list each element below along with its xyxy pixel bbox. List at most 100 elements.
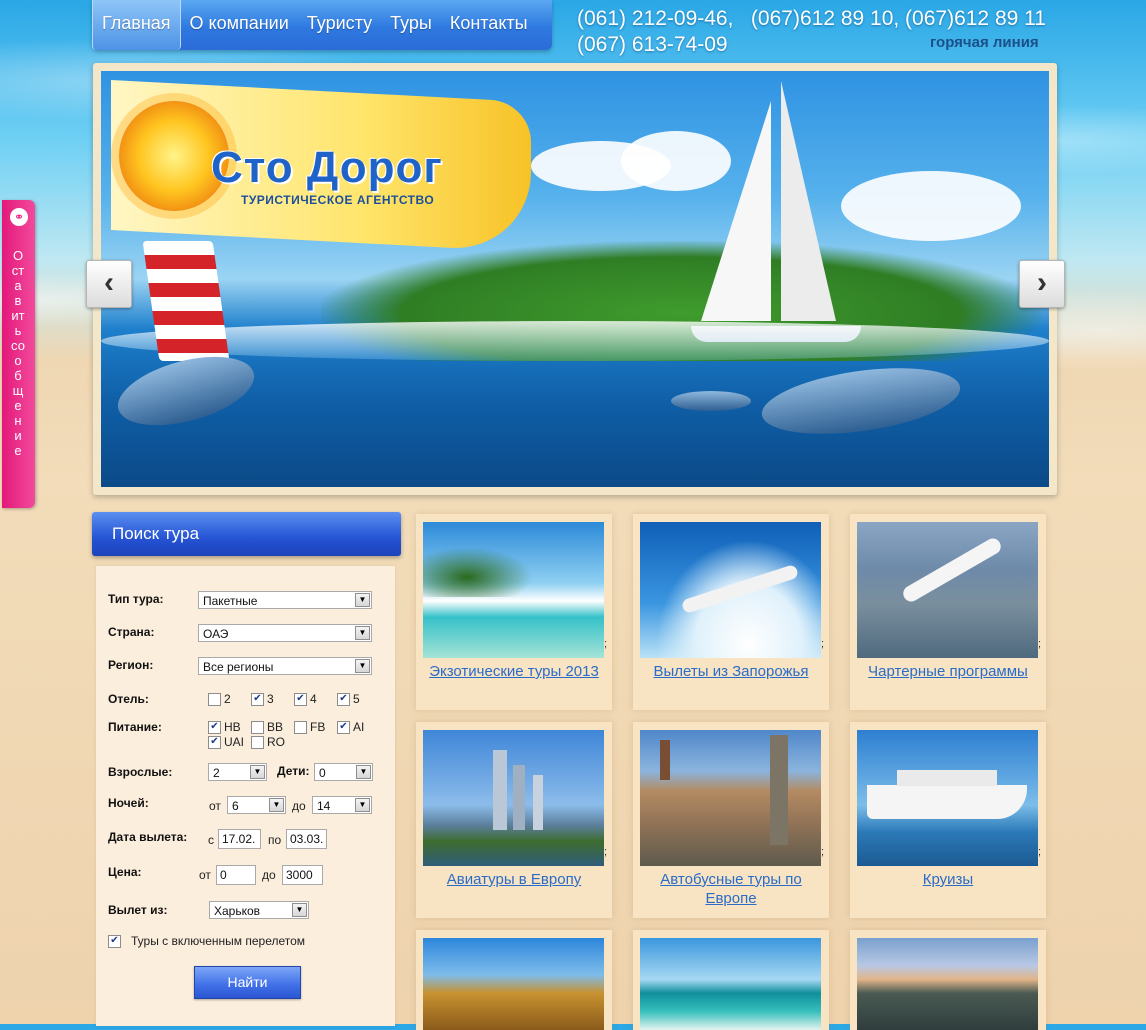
meal-checkbox[interactable] (294, 721, 307, 734)
chat-bubble-icon: ⚭ (10, 208, 28, 226)
nights-from-select[interactable]: 6 ▼ (227, 796, 286, 814)
hotel-stars-checkbox[interactable]: ✔ (294, 693, 307, 706)
meal-checkbox[interactable]: ✔ (208, 721, 221, 734)
phones-line-1: (061) 212-09-46, (067)612 89 10, (067)61… (577, 7, 1046, 30)
adults-select[interactable]: 2 ▼ (208, 763, 267, 781)
hotel-stars-option-label: 5 (353, 692, 360, 706)
nav-item-about[interactable]: О компании (181, 0, 298, 50)
tour-card[interactable] (416, 930, 612, 1030)
date-to-input[interactable]: 03.03. (286, 829, 327, 849)
airplane-photo (640, 522, 821, 658)
tour-card[interactable]: ; Автобусные туры по Европе (633, 722, 829, 918)
banner-prev-button[interactable]: ‹ (86, 260, 132, 308)
nights-from-value: 6 (232, 799, 239, 813)
tour-card-suffix: ; (604, 638, 608, 650)
tour-card-suffix: ; (821, 638, 825, 650)
tour-card-link[interactable]: Чартерные программы (850, 662, 1046, 681)
chevron-down-icon: ▼ (355, 626, 370, 640)
price-label: Цена: (108, 865, 142, 879)
sail-shape (701, 101, 771, 321)
nights-label: Ночей: (108, 796, 149, 810)
meal-option-label: RO (267, 735, 285, 749)
meal-option-label: BB (267, 720, 284, 734)
price-to-input[interactable]: 3000 (282, 865, 323, 885)
feedback-tab-label: Оставить сообщение (11, 248, 25, 458)
tour-card-suffix: ; (1038, 846, 1042, 858)
wave-shape (101, 321, 1049, 361)
banner-frame: Сто Дорог ТУРИСТИЧЕСКОЕ АГЕНТСТВО (93, 63, 1057, 495)
date-from-label: с (208, 833, 214, 847)
sea-beach-photo (640, 938, 821, 1030)
chevron-down-icon: ▼ (355, 798, 370, 812)
tour-card-link[interactable]: Авиатуры в Европу (416, 870, 612, 889)
feedback-tab[interactable]: ⚭ Оставить сообщение (2, 200, 35, 508)
meal-checkbox[interactable]: ✔ (208, 736, 221, 749)
tour-card[interactable]: ; Авиатуры в Европу (416, 722, 612, 918)
nav-item-home[interactable]: Главная (92, 0, 181, 50)
chevron-down-icon: ▼ (355, 659, 370, 673)
tour-card[interactable]: ; Вылеты из Запорожья (633, 514, 829, 710)
tour-card[interactable]: ; Чартерные программы (850, 514, 1046, 710)
tour-card[interactable]: ; Экзотические туры 2013 (416, 514, 612, 710)
departure-city-value: Харьков (214, 904, 261, 918)
hotel-stars-checkbox[interactable]: ✔ (337, 693, 350, 706)
thai-temple-photo (423, 938, 604, 1030)
banner-next-button[interactable]: › (1019, 260, 1065, 308)
chevron-down-icon: ▼ (250, 765, 265, 779)
logo-subtitle: ТУРИСТИЧЕСКОЕ АГЕНТСТВО (241, 193, 435, 207)
tour-card-link[interactable]: Вылеты из Запорожья (633, 662, 829, 681)
date-to-label: по (268, 833, 282, 847)
chevron-down-icon: ▼ (356, 765, 371, 779)
adults-label: Взрослые: (108, 765, 173, 779)
chevron-down-icon: ▼ (355, 593, 370, 607)
main-nav: Главная О компании Туристу Туры Контакты (92, 0, 552, 50)
nights-from-label: от (209, 799, 221, 813)
adults-value: 2 (213, 766, 220, 780)
chevron-down-icon: ▼ (292, 903, 307, 917)
tour-card[interactable]: ; Круизы (850, 722, 1046, 918)
nights-to-select[interactable]: 14 ▼ (312, 796, 372, 814)
region-label: Регион: (108, 658, 154, 672)
price-from-input[interactable]: 0 (216, 865, 256, 885)
logo-title: Сто Дорог (211, 143, 443, 192)
children-value: 0 (319, 766, 326, 780)
children-select[interactable]: 0 ▼ (314, 763, 373, 781)
flight-included-checkbox[interactable]: ✔ (108, 935, 121, 948)
departure-city-select[interactable]: Харьков ▼ (209, 901, 309, 919)
hotel-stars-checkbox[interactable] (208, 693, 221, 706)
meal-checkbox[interactable] (251, 736, 264, 749)
meal-option-label: AI (353, 720, 365, 734)
meal-label: Питание: (108, 720, 162, 734)
tour-card[interactable] (850, 930, 1046, 1030)
country-select[interactable]: ОАЭ ▼ (198, 624, 372, 642)
cruise-ship-photo (857, 730, 1038, 866)
date-from-input[interactable]: 17.02. (218, 829, 261, 849)
hotel-stars-option-label: 3 (267, 692, 274, 706)
children-label: Дети: (277, 764, 310, 778)
tour-card-suffix: ; (1038, 638, 1042, 650)
region-select[interactable]: Все регионы ▼ (198, 657, 372, 675)
hotel-label: Отель: (108, 692, 149, 706)
nav-item-tours[interactable]: Туры (381, 0, 441, 50)
dolphin-shape (671, 391, 751, 411)
banner-slideshow: Сто Дорог ТУРИСТИЧЕСКОЕ АГЕНТСТВО (101, 71, 1049, 487)
nav-item-contacts[interactable]: Контакты (441, 0, 537, 50)
cloud-shape (841, 171, 1021, 241)
hotel-stars-checkbox[interactable]: ✔ (251, 693, 264, 706)
nav-item-tourist[interactable]: Туристу (298, 0, 381, 50)
tour-card-link[interactable]: Автобусные туры по Европе (633, 870, 829, 908)
tour-type-select[interactable]: Пакетные ▼ (198, 591, 372, 609)
meal-checkbox[interactable] (251, 721, 264, 734)
tour-card-link[interactable]: Круизы (850, 870, 1046, 889)
nights-to-value: 14 (317, 799, 331, 813)
find-button[interactable]: Найти (194, 966, 301, 999)
departure-date-label: Дата вылета: (108, 830, 188, 844)
tour-card[interactable] (633, 930, 829, 1030)
meal-option-label: UAI (224, 735, 245, 749)
nights-to-label: до (292, 799, 306, 813)
flight-included-label: Туры с включенным перелетом (131, 934, 306, 948)
tour-card-link[interactable]: Экзотические туры 2013 (416, 662, 612, 681)
meal-checkbox[interactable]: ✔ (337, 721, 350, 734)
tour-card-suffix: ; (604, 846, 608, 858)
chevron-right-icon: › (1037, 266, 1047, 299)
